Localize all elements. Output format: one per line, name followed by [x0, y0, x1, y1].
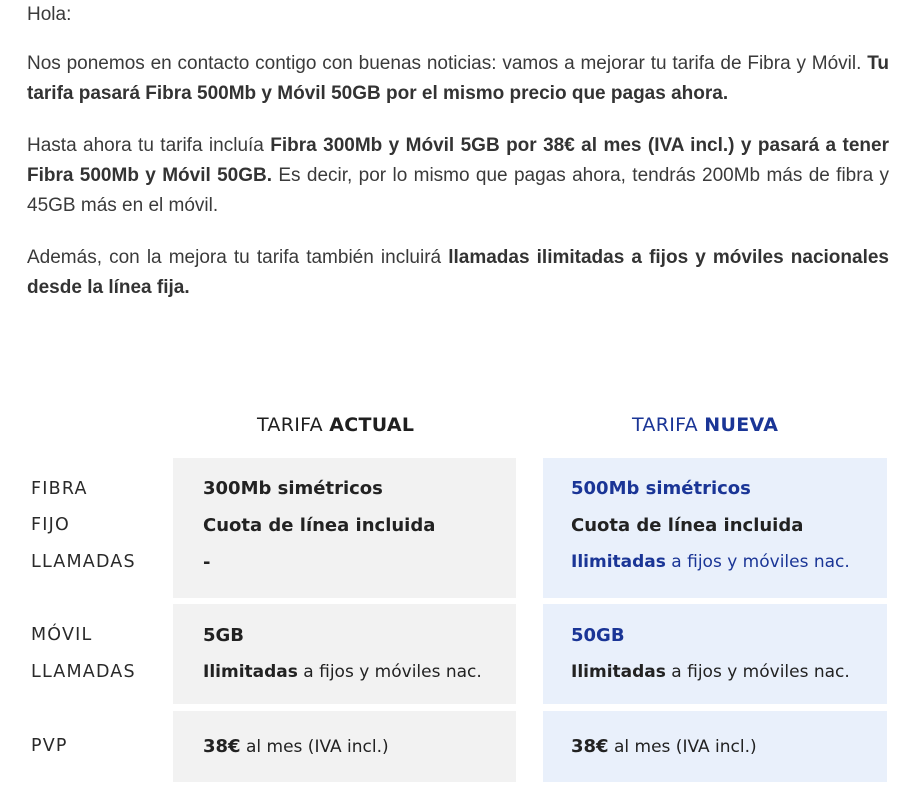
label-pvp: PVP [31, 736, 68, 756]
nueva-pvp-amount: 38€ [571, 736, 609, 757]
header-actual-prefix: TARIFA [257, 414, 330, 436]
nueva-mobile-box [543, 604, 887, 704]
header-nueva-bold: NUEVA [704, 414, 779, 436]
actual-llamadas-fijo-value: - [203, 552, 211, 573]
actual-fibra-value: 300Mb simétricos [203, 478, 383, 499]
header-actual-bold: ACTUAL [329, 414, 415, 436]
actual-pvp-value: 38€ al mes (IVA incl.) [203, 736, 389, 757]
label-fibra: FIBRA [31, 479, 88, 499]
header-tarifa-actual: TARIFA ACTUAL [257, 414, 414, 436]
header-nueva-prefix: TARIFA [632, 414, 705, 436]
tariff-comparison: TARIFA ACTUAL TARIFA NUEVA FIBRA FIJO LL… [0, 0, 907, 796]
nueva-movil-value: 50GB [571, 625, 625, 646]
actual-mobile-box [173, 604, 516, 704]
actual-llamadas-movil-bold: Ilimitadas [203, 662, 298, 682]
nueva-llamadas-fijo-rest: a fijos y móviles nac. [665, 552, 850, 572]
nueva-pvp-rest: al mes (IVA incl.) [608, 737, 757, 757]
label-llamadas-movil: LLAMADAS [31, 662, 136, 682]
nueva-fijo-value: Cuota de línea incluida [571, 515, 804, 536]
actual-pvp-rest: al mes (IVA incl.) [240, 737, 389, 757]
nueva-llamadas-movil-rest: a fijos y móviles nac. [665, 662, 850, 682]
nueva-llamadas-fijo-value: Ilimitadas a fijos y móviles nac. [571, 552, 850, 572]
nueva-llamadas-fijo-bold: Ilimitadas [571, 552, 666, 572]
nueva-llamadas-movil-value: Ilimitadas a fijos y móviles nac. [571, 662, 850, 682]
actual-llamadas-movil-value: Ilimitadas a fijos y móviles nac. [203, 662, 482, 682]
label-llamadas-fijo: LLAMADAS [31, 552, 136, 572]
nueva-pvp-value: 38€ al mes (IVA incl.) [571, 736, 757, 757]
label-fijo: FIJO [31, 515, 70, 535]
label-movil: MÓVIL [31, 625, 93, 645]
actual-llamadas-movil-rest: a fijos y móviles nac. [297, 662, 482, 682]
actual-pvp-amount: 38€ [203, 736, 241, 757]
nueva-llamadas-movil-bold: Ilimitadas [571, 662, 666, 682]
nueva-fibra-value: 500Mb simétricos [571, 478, 751, 499]
actual-fijo-value: Cuota de línea incluida [203, 515, 436, 536]
actual-movil-value: 5GB [203, 625, 245, 646]
header-tarifa-nueva: TARIFA NUEVA [632, 414, 778, 436]
